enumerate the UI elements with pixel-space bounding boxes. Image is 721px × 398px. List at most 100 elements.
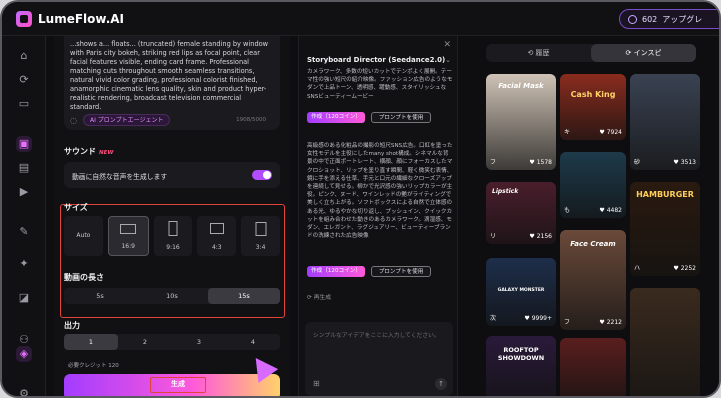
tab-history[interactable]: ⟲ 履歴 (486, 44, 591, 62)
chat-placeholder: シンプルなアイデアをここに入力してください。 (313, 333, 440, 339)
tab-history-label: 履歴 (535, 49, 550, 57)
likes-count: 2156 (536, 233, 552, 240)
app-window: LumeFlow.AI 602 アップグレ ⌂ ⟳ ▭ ▣ ▤ ▶ ✎ ✦ ◪ … (0, 0, 721, 398)
ratio-16-9[interactable]: 16:9 (107, 216, 149, 256)
settings-panel: ...shows a... floats... (truncated) fema… (54, 36, 290, 396)
gallery-item[interactable]: Facial Mask フ ♥ 1578 (486, 74, 556, 170)
credits-count: 602 (642, 14, 658, 24)
use-prompt-button-2[interactable]: プロンプトを使用 (371, 266, 431, 277)
gallery-item[interactable]: も ♥ 4482 (560, 152, 626, 218)
gallery-item[interactable] (630, 288, 700, 396)
photo-icon[interactable]: ◪ (16, 290, 32, 306)
bulb-icon[interactable]: ◌ (70, 116, 77, 125)
output-options: 1 2 3 4 (64, 334, 280, 350)
generate-label: 生成 (150, 377, 206, 393)
duration-5s[interactable]: 5s (64, 288, 136, 304)
thumb-title: Facial Mask (498, 82, 544, 90)
gift-icon[interactable]: ◈ (16, 346, 32, 362)
close-icon[interactable]: ✕ (443, 40, 451, 50)
thumb-title: ROOFTOP SHOWDOWN (497, 346, 545, 362)
credits-badge[interactable]: 602 アップグレ (619, 9, 719, 29)
sidebar: ⌂ ⟳ ▭ ▣ ▤ ▶ ✎ ✦ ◪ ⚇ ◈ ⚙ (2, 36, 46, 396)
output-2[interactable]: 2 (118, 334, 172, 350)
ratio-4-3[interactable]: 4:3 (197, 216, 237, 256)
top-bar: LumeFlow.AI 602 アップグレ (2, 2, 719, 36)
card-title: Storyboard Director (Seedance2.0) (307, 56, 446, 64)
thumb-caption: も (564, 207, 571, 214)
sound-title-text: サウンド (64, 147, 96, 156)
prompt-footer: ◌ AI プロンプトエージェント 1908/5000 (64, 112, 280, 128)
sound-toggle-row: 動画に自然な音声を生成します (64, 162, 280, 188)
use-prompt-button[interactable]: プロンプトを使用 (371, 112, 431, 123)
logo-icon (16, 11, 32, 27)
thumb-title: HAMBURGER (636, 190, 694, 199)
likes-count: 3513 (680, 159, 696, 166)
gallery-item[interactable]: GALAXY MONSTER 次 ♥ 9999+ (486, 258, 556, 326)
thumb-caption: キ (564, 129, 571, 136)
thumb-likes: ♥ 1578 (529, 159, 552, 166)
refresh-icon[interactable]: ⟳ (16, 72, 32, 88)
gallery-panel: ⟲ 履歴 ⟳ インスピ Facial Mask フ ♥ 1578 Cash Ki… (466, 36, 719, 396)
ratio-label: Auto (76, 232, 91, 239)
likes-count: 2212 (606, 319, 622, 326)
likes-count: 7924 (606, 129, 622, 136)
send-icon[interactable]: ↑ (435, 378, 447, 390)
duration-10s[interactable]: 10s (136, 288, 208, 304)
gallery-item[interactable]: HAMBURGER ハ ♥ 2252 (630, 182, 700, 276)
layers-icon[interactable]: ▤ (16, 160, 32, 176)
regenerate-label: 再生成 (313, 295, 332, 301)
app-name: LumeFlow.AI (38, 12, 125, 26)
video-icon[interactable]: ▶ (16, 184, 32, 200)
gallery-item[interactable] (560, 338, 626, 396)
ratio-shape-icon (209, 223, 224, 234)
tab-inspiration[interactable]: ⟳ インスピ (591, 44, 696, 62)
thumb-likes: ♥ 2252 (673, 265, 696, 272)
gallery-item[interactable]: 砂 ♥ 3513 (630, 74, 700, 170)
likes-count: 1578 (536, 159, 552, 166)
thumb-likes: ♥ 2212 (599, 319, 622, 326)
generate-button[interactable]: 生成 (64, 374, 280, 396)
ratio-label: 9:16 (166, 244, 180, 251)
size-title: サイズ (64, 203, 88, 212)
gallery-item[interactable]: Face Cream フ ♥ 2212 (560, 230, 626, 330)
image-upload-icon[interactable]: ⊞ (313, 379, 320, 388)
use-tag-button-2[interactable]: 作成（120コイン） (307, 266, 365, 277)
char-count: 1908/5000 (236, 117, 266, 123)
regenerate-button[interactable]: ⟳ 再生成 (307, 292, 331, 301)
ratio-auto[interactable]: Auto (64, 216, 103, 256)
thumb-title: Face Cream (570, 240, 616, 248)
ratio-3-4[interactable]: 3:4 (241, 216, 280, 256)
folder-icon[interactable]: ▭ (16, 96, 32, 112)
sound-title: サウンド NEW (64, 146, 113, 157)
sparkle-icon[interactable]: ✦ (16, 256, 32, 272)
home-icon[interactable]: ⌂ (16, 48, 32, 64)
gallery-item[interactable]: Lipstick リ ♥ 2156 (486, 182, 556, 244)
thumb-title: Lipstick (492, 188, 519, 195)
gallery-item[interactable]: Cash King キ ♥ 7924 (560, 74, 626, 140)
sound-toggle[interactable] (252, 170, 272, 180)
image-icon[interactable]: ▣ (16, 136, 32, 152)
thumb-likes: ♥ 2156 (529, 233, 552, 240)
duration-title: 動画の長さ (64, 273, 104, 282)
thumb-likes: ♥ 3513 (673, 159, 696, 166)
gallery-item[interactable]: ROOFTOP SHOWDOWN (486, 336, 556, 396)
chat-input[interactable]: シンプルなアイデアをここに入力してください。 ⊞ ↑ (305, 322, 453, 396)
tab-inspiration-label: インスピ (633, 49, 662, 57)
ratio-9-16[interactable]: 9:16 (153, 216, 193, 256)
output-3[interactable]: 3 (172, 334, 226, 350)
settings-icon[interactable]: ⚙ (16, 386, 32, 396)
output-1[interactable]: 1 (64, 334, 118, 350)
thumb-caption: フ (490, 159, 497, 166)
duration-15s[interactable]: 15s (208, 288, 280, 304)
ratio-label: 3:4 (255, 244, 266, 251)
logo[interactable]: LumeFlow.AI (16, 11, 124, 27)
edit-icon[interactable]: ✎ (16, 224, 32, 240)
ratio-options: Auto 16:9 9:16 4:3 3:4 (64, 216, 280, 256)
ai-agent-button[interactable]: AI プロンプトエージェント (82, 114, 171, 126)
use-tag-button[interactable]: 作成（120コイン） (307, 112, 365, 123)
chevron-down-icon[interactable]: ⌄ (445, 56, 451, 64)
output-4[interactable]: 4 (226, 334, 280, 350)
sound-toggle-label: 動画に自然な音声を生成します (72, 173, 168, 181)
thumb-caption: リ (490, 233, 497, 240)
thumb-likes: ♥ 7924 (599, 129, 622, 136)
